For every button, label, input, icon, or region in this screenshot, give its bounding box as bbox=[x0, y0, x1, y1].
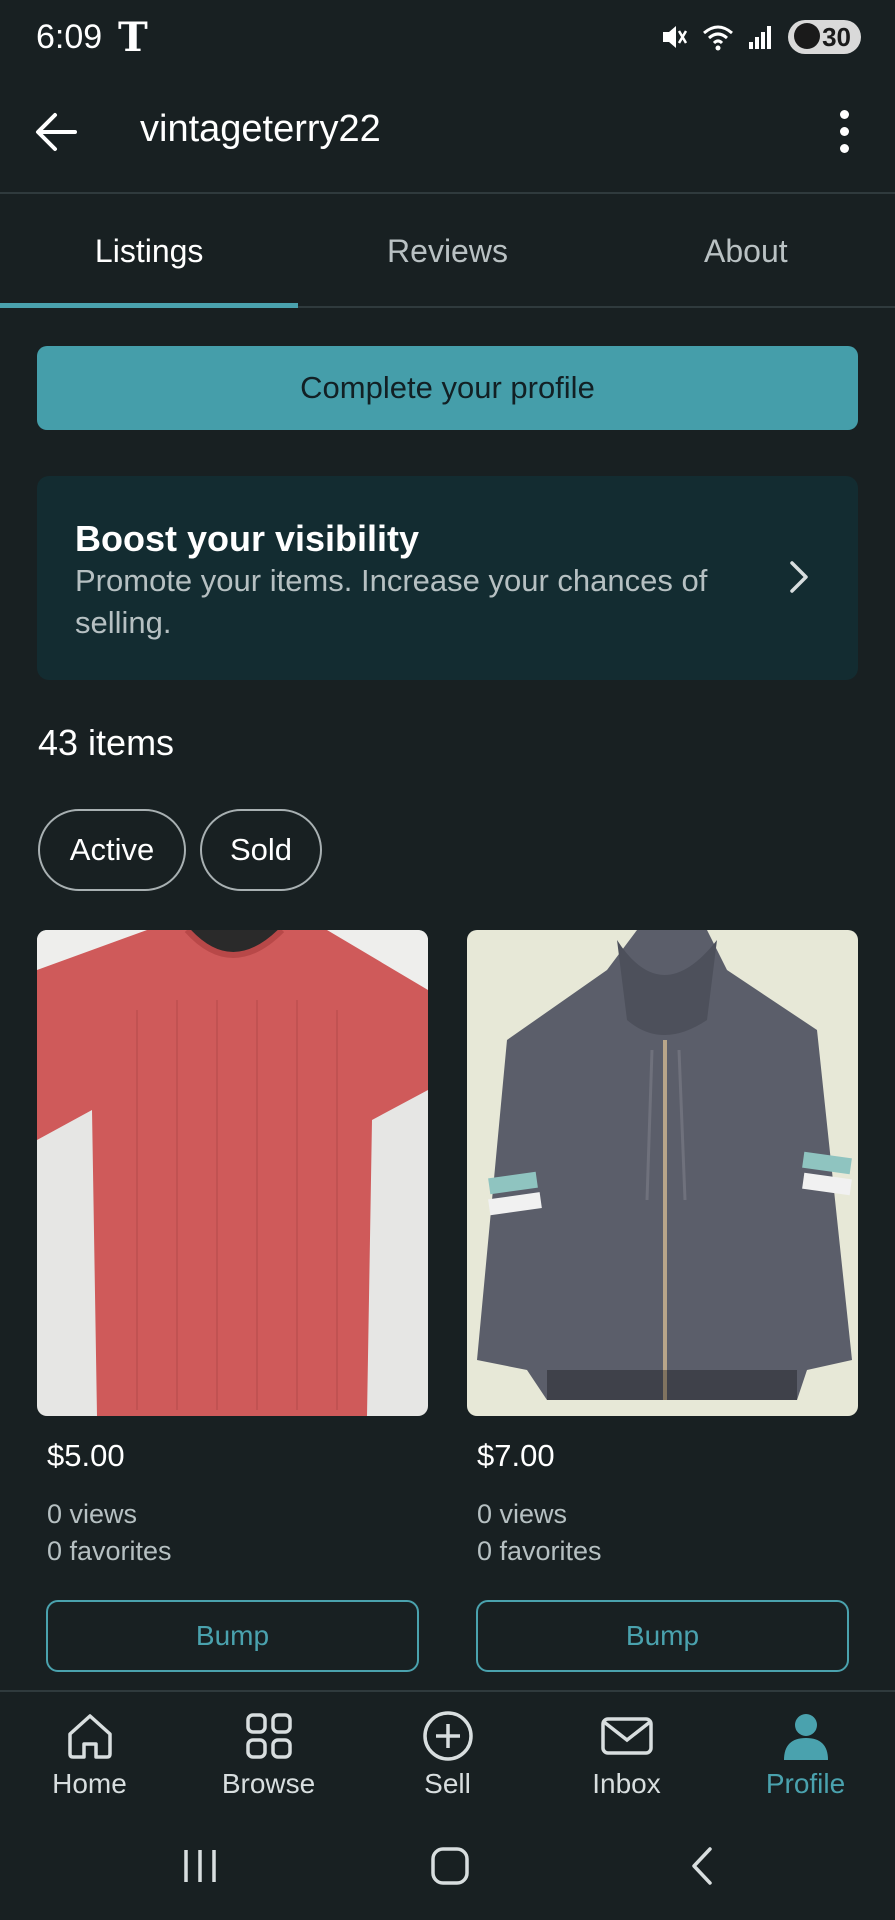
red-tshirt-image bbox=[37, 930, 428, 1416]
profile-tabs: Listings Reviews About bbox=[0, 196, 895, 308]
listing-image[interactable] bbox=[467, 930, 858, 1416]
listing-price: $5.00 bbox=[47, 1438, 125, 1473]
tab-reviews[interactable]: Reviews bbox=[298, 196, 596, 306]
listing-favorites: 0 favorites bbox=[477, 1536, 602, 1566]
nav-sell-label: Sell bbox=[424, 1768, 471, 1799]
plus-circle-icon bbox=[422, 1711, 473, 1761]
nav-inbox-label: Inbox bbox=[592, 1768, 661, 1799]
more-dot-icon bbox=[839, 143, 849, 153]
nav-home[interactable]: Home bbox=[0, 1692, 179, 1810]
listing-views: 0 views bbox=[477, 1499, 568, 1529]
boost-visibility-card[interactable]: Boost your visibility Promote your items… bbox=[37, 476, 858, 680]
nav-browse[interactable]: Browse bbox=[179, 1692, 358, 1810]
system-back-icon[interactable] bbox=[686, 1846, 716, 1886]
boost-title: Boost your visibility bbox=[75, 518, 420, 559]
boost-subtitle: Promote your items. Increase your chance… bbox=[75, 563, 708, 640]
signal-icon bbox=[749, 26, 772, 49]
battery-level: 30 bbox=[822, 22, 851, 52]
status-time: 6:09 bbox=[36, 18, 103, 56]
nav-home-label: Home bbox=[52, 1768, 127, 1799]
status-icons: 30 bbox=[660, 20, 861, 54]
person-icon bbox=[783, 1714, 828, 1760]
page-title: vintageterry22 bbox=[140, 108, 381, 150]
recent-apps-icon[interactable] bbox=[180, 1846, 220, 1886]
chevron-right-icon bbox=[790, 561, 808, 593]
more-dot-icon bbox=[839, 109, 849, 119]
status-bar: 6:09 T 30 bbox=[0, 0, 895, 78]
grid-icon bbox=[245, 1713, 292, 1759]
listing-card[interactable]: $5.00 0 views 0 favorites Bump bbox=[37, 930, 428, 1672]
listing-image[interactable] bbox=[37, 930, 428, 1416]
bottom-navigation: Home Browse Sell Inbox Profile bbox=[0, 1690, 895, 1810]
nav-profile[interactable]: Profile bbox=[716, 1692, 895, 1810]
nav-browse-label: Browse bbox=[221, 1768, 316, 1799]
more-options-button[interactable] bbox=[819, 100, 869, 162]
back-button[interactable] bbox=[26, 102, 86, 162]
complete-profile-button[interactable]: Complete your profile bbox=[37, 346, 858, 430]
app-header: vintageterry22 bbox=[0, 78, 895, 194]
filter-active-chip[interactable]: Active bbox=[38, 809, 186, 891]
bump-button[interactable]: Bump bbox=[476, 1600, 849, 1672]
home-system-icon[interactable] bbox=[430, 1846, 470, 1886]
mail-icon bbox=[600, 1717, 653, 1755]
listing-price: $7.00 bbox=[477, 1438, 555, 1473]
home-icon bbox=[67, 1714, 112, 1759]
nav-profile-label: Profile bbox=[765, 1768, 846, 1799]
wifi-icon bbox=[703, 25, 734, 51]
listing-favorites: 0 favorites bbox=[47, 1536, 172, 1566]
tab-listings[interactable]: Listings bbox=[0, 196, 299, 308]
battery-indicator: 30 bbox=[788, 20, 861, 54]
more-dot-icon bbox=[839, 126, 849, 136]
tab-about[interactable]: About bbox=[597, 196, 895, 306]
system-navigation-bar bbox=[0, 1812, 895, 1920]
nav-inbox[interactable]: Inbox bbox=[537, 1692, 716, 1810]
bump-button[interactable]: Bump bbox=[46, 1600, 419, 1672]
carrier-logo: T bbox=[118, 14, 148, 61]
listing-card[interactable]: $7.00 0 views 0 favorites Bump bbox=[467, 930, 858, 1672]
gray-hoodie-image bbox=[467, 930, 858, 1416]
items-count: 43 items bbox=[38, 722, 175, 763]
listing-views: 0 views bbox=[47, 1499, 138, 1529]
battery-saver-icon bbox=[794, 23, 821, 49]
mute-icon bbox=[663, 26, 688, 48]
nav-sell[interactable]: Sell bbox=[358, 1692, 537, 1810]
filter-sold-chip[interactable]: Sold bbox=[200, 809, 322, 891]
arrow-left-icon bbox=[36, 113, 77, 151]
